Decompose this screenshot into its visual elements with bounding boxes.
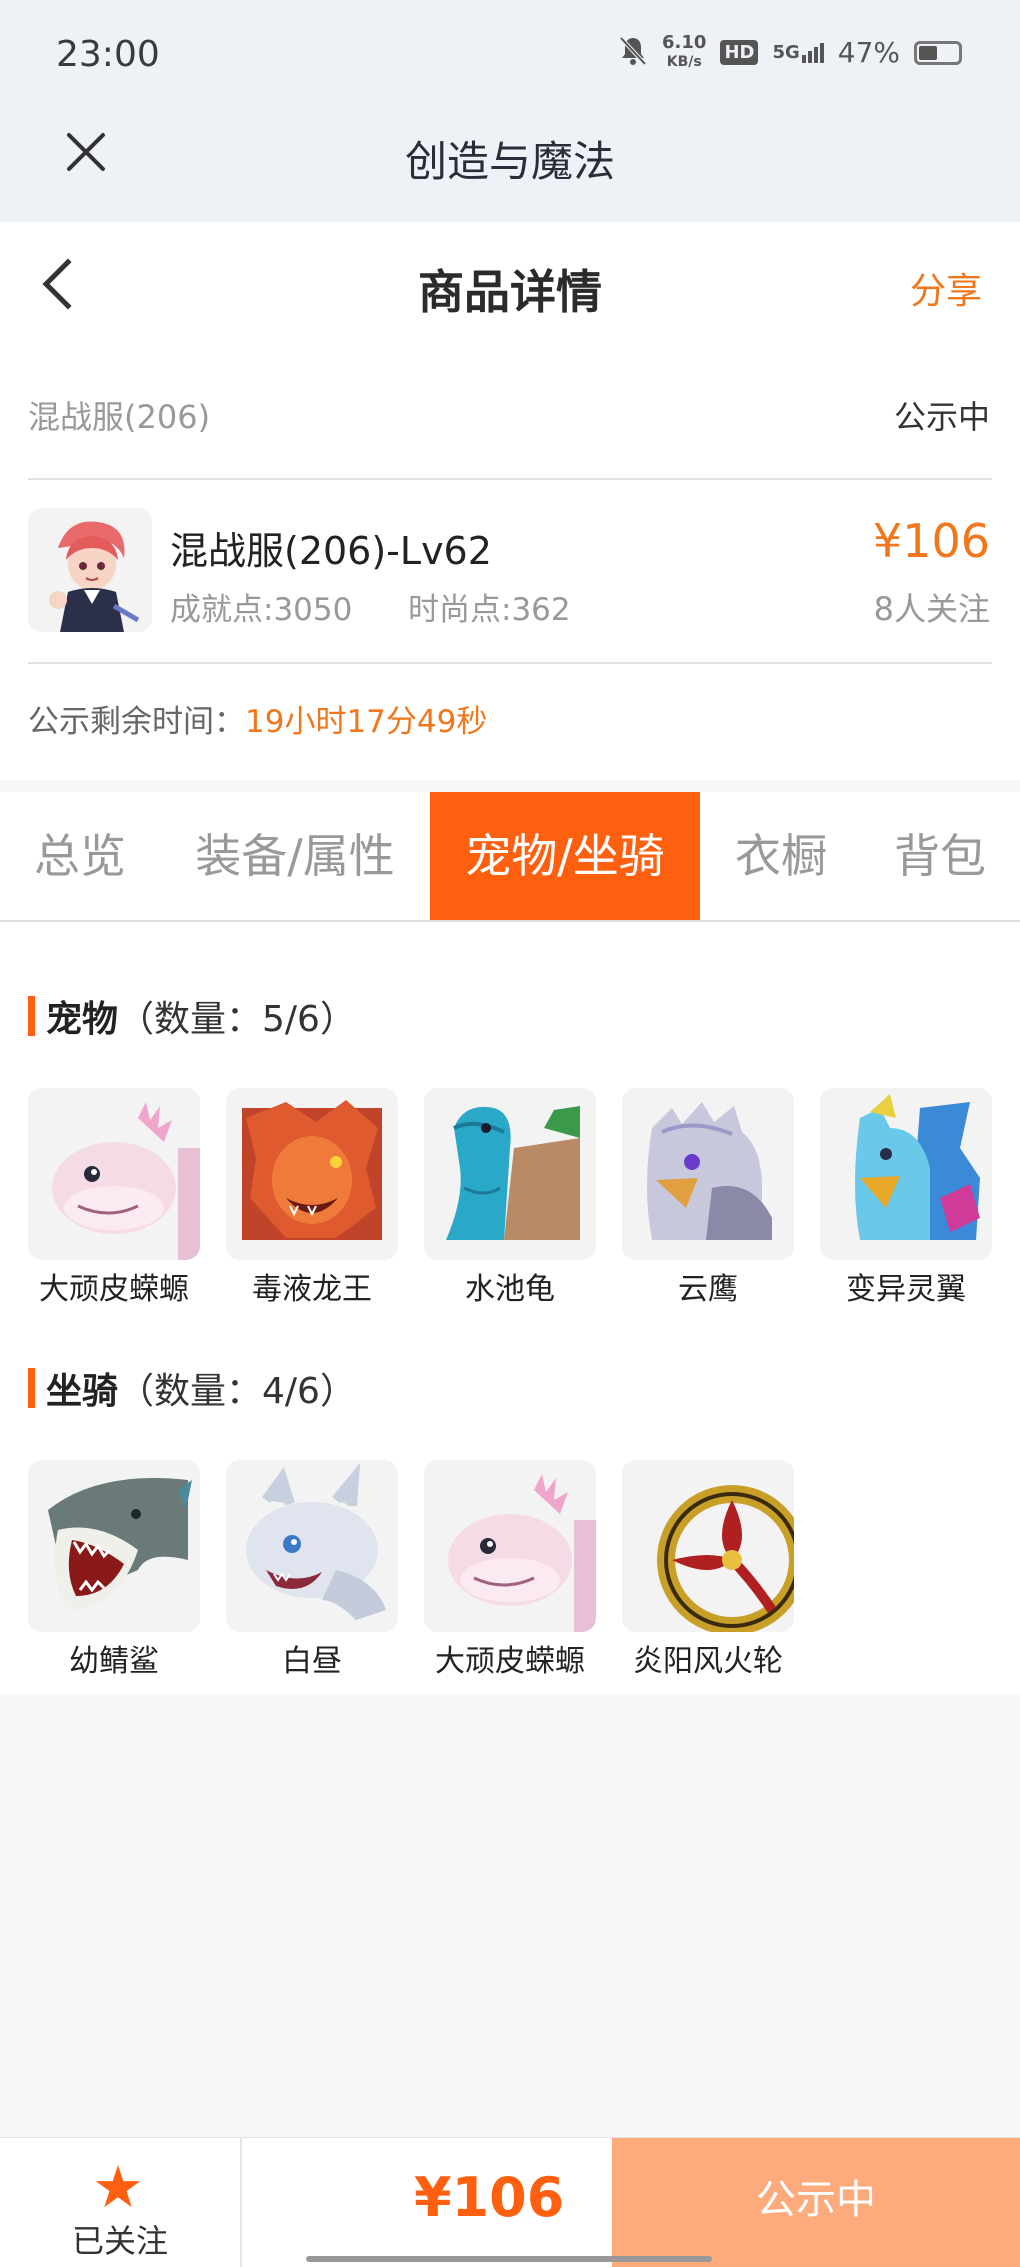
- status-action-button[interactable]: 公示中: [612, 2138, 1020, 2267]
- pet-item[interactable]: 大顽皮蝾螈: [28, 1088, 200, 1308]
- hd-icon: HD: [720, 40, 759, 65]
- follow-label: 已关注: [71, 2222, 168, 2260]
- listing-card: 混战服(206) 公示中 混战服(206)-Lv62 成就点:3050 时尚点:…: [0, 352, 1020, 780]
- shark-icon: [28, 1460, 200, 1632]
- status-time: 23:00: [56, 34, 160, 75]
- page-title: 商品详情: [418, 265, 602, 319]
- mutant-wing-icon: [820, 1088, 992, 1260]
- follower-count: 8人关注: [873, 590, 990, 628]
- pond-turtle-icon: [424, 1088, 596, 1260]
- server-name: 混战服(206): [28, 398, 211, 436]
- remaining-time: 公示剩余时间：19小时17分49秒: [28, 696, 487, 741]
- divider: [28, 662, 992, 664]
- mount-name: 白昼: [282, 1644, 342, 1679]
- tab-backpack[interactable]: 背包: [872, 792, 1008, 920]
- pet-name: 毒液龙王: [252, 1272, 372, 1307]
- tab-wardrobe[interactable]: 衣橱: [716, 792, 846, 920]
- axolotl-icon: [28, 1088, 200, 1260]
- axolotl-icon: [424, 1460, 596, 1632]
- pet-item[interactable]: 变异灵翼: [820, 1088, 992, 1308]
- network-speed: 6.10 KB/s: [662, 32, 707, 71]
- pet-name: 水池龟: [465, 1272, 555, 1307]
- pet-item[interactable]: 云鹰: [622, 1088, 794, 1308]
- tab-pets-mounts[interactable]: 宠物/坐骑: [430, 792, 700, 920]
- remaining-time-value: 19小时17分49秒: [245, 704, 488, 740]
- nav-bar: 商品详情 分享: [0, 222, 1020, 352]
- character-avatar: [28, 508, 152, 632]
- pet-item[interactable]: 水池龟: [424, 1088, 596, 1308]
- tab-overview[interactable]: 总览: [0, 792, 160, 920]
- status-icons: 6.10 KB/s HD 5G 47%: [618, 34, 962, 71]
- pet-name: 大顽皮蝾螈: [39, 1272, 189, 1307]
- pet-item[interactable]: 毒液龙王: [226, 1088, 398, 1308]
- signal-icon: 5G: [772, 42, 824, 63]
- pets-section-title: 宠物（数量：5/6）: [28, 990, 356, 1042]
- status-bar: 23:00 6.10 KB/s HD 5G 47%: [0, 0, 1020, 110]
- follow-button[interactable]: ★ 已关注: [0, 2138, 242, 2267]
- battery-percent: 47%: [837, 36, 900, 69]
- achievement-points: 成就点:3050: [170, 592, 353, 628]
- bottom-price: ¥106: [414, 2166, 565, 2229]
- app-bar: 创造与魔法: [0, 110, 1020, 222]
- app-title: 创造与魔法: [404, 137, 615, 186]
- home-indicator[interactable]: [306, 2256, 712, 2262]
- detail-tabs: 总览 装备/属性 宠物/坐骑 衣橱 背包: [0, 792, 1020, 922]
- mount-name: 炎阳风火轮: [633, 1644, 783, 1679]
- mount-item[interactable]: 炎阳风火轮: [622, 1460, 794, 1680]
- tab-equipment[interactable]: 装备/属性: [178, 792, 412, 920]
- item-price: ¥106: [872, 514, 990, 568]
- fire-wheel-icon: [622, 1460, 794, 1632]
- pet-name: 云鹰: [678, 1272, 738, 1307]
- cloud-eagle-icon: [622, 1088, 794, 1260]
- bottom-bar: ★ 已关注 ¥106 公示中: [0, 2137, 1020, 2267]
- pet-name: 变异灵翼: [846, 1272, 966, 1307]
- divider: [28, 478, 992, 480]
- mount-name: 大顽皮蝾螈: [435, 1644, 585, 1679]
- mounts-section-title: 坐骑（数量：4/6）: [28, 1362, 356, 1414]
- white-dragon-icon: [226, 1460, 398, 1632]
- fashion-points: 时尚点:362: [408, 592, 571, 628]
- star-icon: ★: [92, 2153, 144, 2221]
- mount-name: 幼鲭鲨: [69, 1644, 159, 1679]
- mute-bell-icon: [618, 35, 648, 71]
- remaining-time-label: 公示剩余时间：: [28, 704, 245, 740]
- share-button[interactable]: 分享: [910, 262, 982, 314]
- mount-item[interactable]: 幼鲭鲨: [28, 1460, 200, 1680]
- dragon-king-icon: [226, 1088, 398, 1260]
- mount-item[interactable]: 白昼: [226, 1460, 398, 1680]
- pets-mounts-panel: 宠物（数量：5/6） 大顽皮蝾螈 毒液龙王 水池龟 云鹰 变异灵翼 坐骑（数量：…: [0, 922, 1020, 1694]
- item-name: 混战服(206)-Lv62: [170, 529, 492, 573]
- battery-icon: [914, 40, 962, 65]
- mount-item[interactable]: 大顽皮蝾螈: [424, 1460, 596, 1680]
- listing-state: 公示中: [893, 398, 990, 436]
